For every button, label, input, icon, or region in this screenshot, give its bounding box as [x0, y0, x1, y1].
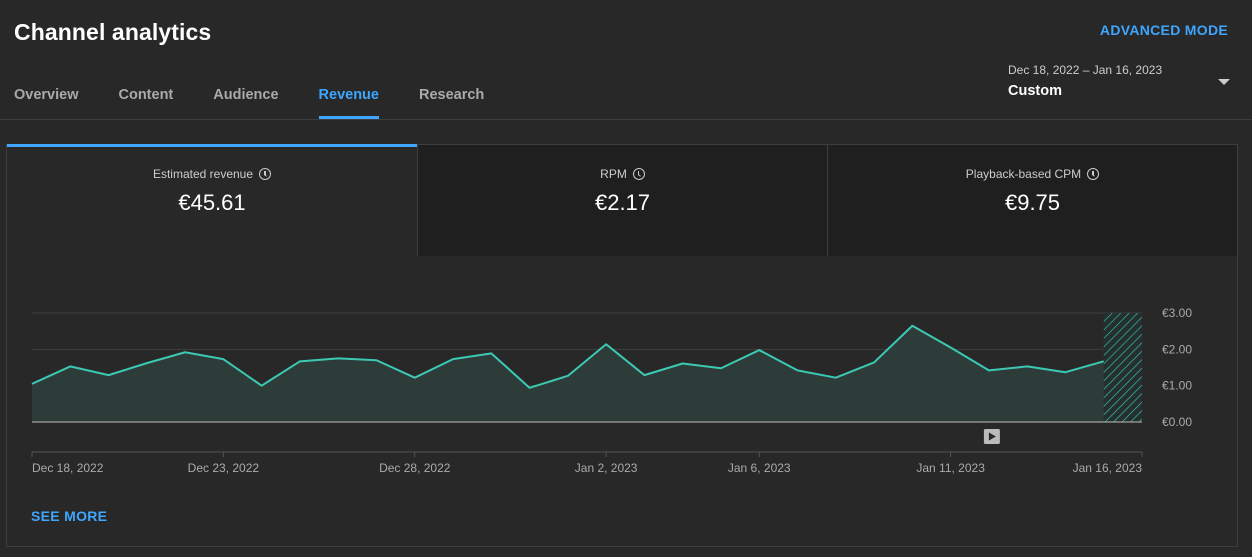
x-tick-label: Jan 6, 2023 — [728, 461, 791, 475]
video-play-icon — [983, 429, 1000, 444]
y-tick-label: €1.00 — [1162, 379, 1192, 393]
date-range-label: Custom — [1008, 83, 1062, 99]
x-tick-label: Jan 16, 2023 — [1073, 461, 1143, 475]
see-more-link[interactable]: SEE MORE — [31, 508, 107, 524]
date-range-text: Dec 18, 2022 – Jan 16, 2023 — [1008, 63, 1163, 77]
tab-research[interactable]: Research — [419, 72, 484, 119]
y-tick-label: €3.00 — [1162, 306, 1192, 320]
x-tick-label: Jan 11, 2023 — [916, 461, 985, 475]
revenue-card: Estimated revenue €45.61 RPM €2.17 Playb… — [6, 144, 1238, 547]
tab-bar: Overview Content Audience Revenue Resear… — [0, 72, 524, 119]
x-tick-label: Dec 28, 2022 — [379, 461, 451, 475]
dropdown-caret-icon — [1218, 79, 1230, 85]
tab-content[interactable]: Content — [119, 72, 174, 119]
advanced-mode-button[interactable]: ADVANCED MODE — [1100, 22, 1228, 38]
tab-audience[interactable]: Audience — [213, 72, 278, 119]
area-fill — [32, 325, 1104, 422]
tab-overview[interactable]: Overview — [14, 72, 79, 119]
estimated-hatch — [1103, 313, 1142, 422]
y-tick-label: €2.00 — [1162, 342, 1192, 356]
y-tick-label: €0.00 — [1162, 415, 1192, 429]
page-title: Channel analytics — [14, 19, 212, 45]
x-tick-label: Dec 23, 2022 — [188, 461, 260, 475]
tab-revenue[interactable]: Revenue — [318, 72, 380, 119]
header-divider — [0, 119, 1252, 120]
x-tick-label: Jan 2, 2023 — [575, 461, 638, 475]
date-range-picker[interactable]: Dec 18, 2022 – Jan 16, 2023 Custom — [1008, 63, 1238, 105]
revenue-chart: €0.00 €1.00 €2.00 €3.00 Dec 18, 2022 Dec 23, … — [31, 306, 1192, 475]
x-tick-label: Dec 18, 2022 — [32, 461, 104, 475]
